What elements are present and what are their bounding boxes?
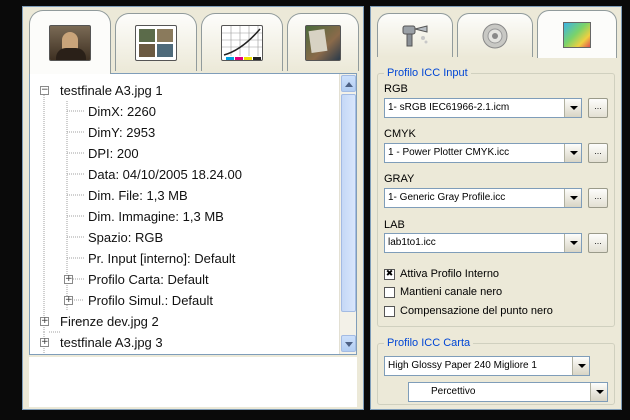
chevron-down-icon[interactable] — [572, 357, 589, 375]
checkbox-box[interactable] — [384, 306, 395, 317]
cmyk-label: CMYK — [384, 128, 416, 140]
chevron-down-icon[interactable] — [590, 383, 607, 401]
tree-item-input-profile[interactable]: Pr. Input [interno]: Default — [88, 248, 235, 269]
rgb-profile-value: 1- sRGB IEC61966-2.1.icm — [388, 102, 510, 113]
tree-item-label: Firenze dev.jpg 2 — [60, 314, 159, 329]
tree-item-label: testfinale A3.jpg 3 — [60, 335, 163, 350]
image-info-panel: − testfinale A3.jpg 1 DimX: 2260 DimY: 2… — [22, 6, 364, 410]
tree-item-label: testfinale A3.jpg 1 — [60, 83, 163, 98]
rendering-intent-value: Percettivo — [431, 386, 476, 397]
tree-item-label: Profilo Carta: Default — [88, 272, 209, 287]
gray-label: GRAY — [384, 173, 415, 185]
disc-icon — [482, 23, 508, 48]
tree-item-color-space[interactable]: Spazio: RGB — [88, 227, 163, 248]
tree-scrollbar[interactable] — [339, 74, 356, 354]
tab-spray-settings[interactable] — [377, 13, 453, 57]
paper-profile-select[interactable]: High Glossy Paper 240 Migliore 1 — [384, 356, 590, 376]
image-tree-view[interactable]: − testfinale A3.jpg 1 DimX: 2260 DimY: 2… — [29, 73, 357, 355]
scroll-down-button[interactable] — [341, 335, 356, 352]
cmyk-browse-button[interactable]: ... — [588, 143, 608, 163]
layout-icon — [135, 24, 177, 61]
lab-profile-value: lab1to1.icc — [388, 237, 436, 248]
chevron-down-icon[interactable] — [564, 234, 581, 252]
collapse-icon[interactable]: − — [40, 86, 49, 95]
chevron-down-icon[interactable] — [564, 189, 581, 207]
checkbox-box[interactable] — [384, 287, 395, 298]
tree-item-file-size[interactable]: Dim. File: 1,3 MB — [88, 185, 188, 206]
photo-icon — [49, 24, 91, 61]
tree-item-dimx[interactable]: DimX: 2260 — [88, 101, 156, 122]
left-tab-strip — [23, 7, 363, 74]
tab-color-curves[interactable] — [201, 13, 283, 71]
tree-item-dimy[interactable]: DimY: 2953 — [88, 122, 155, 143]
tree-item-label: Dim. File: 1,3 MB — [88, 188, 188, 203]
chevron-down-icon — [345, 342, 353, 347]
rgb-profile-select[interactable]: 1- sRGB IEC61966-2.1.icm — [384, 98, 582, 118]
cmyk-profile-select[interactable]: 1 - Power Plotter CMYK.icc — [384, 143, 582, 163]
preview-area — [29, 357, 357, 407]
checkbox-label: Mantieni canale nero — [400, 286, 503, 298]
print-preview-icon — [305, 24, 341, 61]
checkbox-label: Compensazione del punto nero — [400, 305, 553, 317]
tree-item-label: Spazio: RGB — [88, 230, 164, 245]
rgb-label: RGB — [384, 83, 408, 95]
group-title: Profilo ICC Input — [384, 66, 471, 80]
lab-label: LAB — [384, 219, 405, 231]
input-profile-group: Profilo ICC Input RGB 1- sRGB IEC61966-2… — [377, 66, 615, 327]
paper-profile-value: High Glossy Paper 240 Migliore 1 — [388, 360, 537, 371]
tree-item-label: Pr. Input [interno]: Default — [88, 251, 236, 266]
expand-icon[interactable]: + — [64, 275, 73, 284]
tree-item-image-size[interactable]: Dim. Immagine: 1,3 MB — [88, 206, 224, 227]
tab-layout[interactable] — [115, 13, 197, 71]
cmyk-profile-value: 1 - Power Plotter CMYK.icc — [388, 147, 510, 158]
lab-browse-button[interactable]: ... — [588, 233, 608, 253]
color-profile-icon — [563, 21, 591, 48]
rendering-intent-select[interactable]: Percettivo — [408, 382, 608, 402]
spray-gun-icon — [402, 24, 428, 46]
gray-profile-select[interactable]: 1- Generic Gray Profile.icc — [384, 188, 582, 208]
tab-print-preview[interactable] — [287, 13, 359, 71]
chevron-up-icon — [345, 82, 353, 87]
rgb-browse-button[interactable]: ... — [588, 98, 608, 118]
checkbox-label: Attiva Profilo Interno — [400, 268, 500, 280]
tab-color-profiles[interactable] — [537, 10, 617, 58]
tree-item-label: Data: 04/10/2005 18.24.00 — [88, 167, 242, 182]
expand-icon[interactable]: + — [64, 296, 73, 305]
scroll-thumb[interactable] — [341, 94, 356, 312]
tree-item-date[interactable]: Data: 04/10/2005 18.24.00 — [88, 164, 242, 185]
tree-item-label: Dim. Immagine: 1,3 MB — [88, 209, 224, 224]
lab-profile-select[interactable]: lab1to1.icc — [384, 233, 582, 253]
color-settings-panel: Profilo ICC Input RGB 1- sRGB IEC61966-2… — [370, 6, 622, 410]
expand-icon[interactable]: + — [40, 317, 49, 326]
gray-profile-value: 1- Generic Gray Profile.icc — [388, 192, 506, 203]
gray-browse-button[interactable]: ... — [588, 188, 608, 208]
scroll-up-button[interactable] — [341, 75, 356, 92]
tab-disc-settings[interactable] — [457, 13, 533, 57]
expand-icon[interactable]: + — [40, 338, 49, 347]
tree-item-label: Profilo Simul.: Default — [88, 293, 213, 308]
chevron-down-icon[interactable] — [564, 144, 581, 162]
paper-profile-group: Profilo ICC Carta High Glossy Paper 240 … — [377, 336, 615, 405]
tree-item-label: DimY: 2953 — [88, 125, 156, 140]
group-title: Profilo ICC Carta — [384, 336, 474, 350]
curves-chart-icon — [221, 24, 263, 61]
tree-item-label: DimX: 2260 — [88, 104, 156, 119]
tree-item-dpi[interactable]: DPI: 200 — [88, 143, 139, 164]
chevron-down-icon[interactable] — [564, 99, 581, 117]
tree-item-label: DPI: 200 — [88, 146, 139, 161]
checkbox-checked-icon[interactable]: ✖ — [384, 269, 395, 280]
tab-image-info[interactable] — [29, 10, 111, 74]
